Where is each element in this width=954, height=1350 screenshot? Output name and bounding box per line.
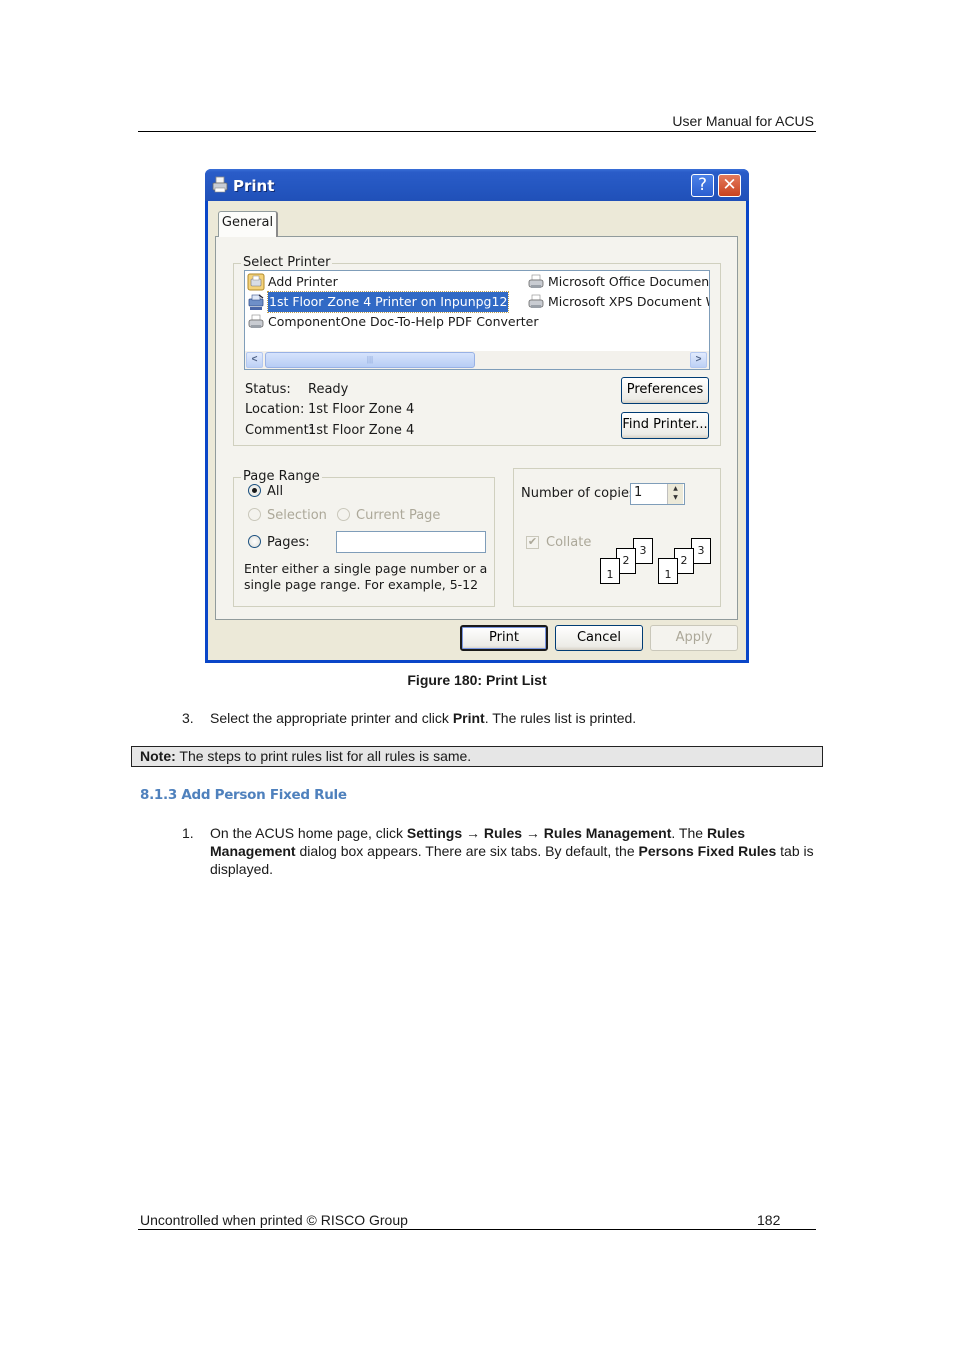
footer-page-number: 182 [757, 1212, 781, 1228]
add-printer-icon [247, 273, 265, 291]
note-label: Note: [140, 748, 176, 764]
header-rule [138, 131, 816, 132]
spin-up-icon[interactable]: ▲ [668, 484, 683, 493]
note-box: Note: The steps to print rules list for … [131, 746, 823, 767]
radio-selection [248, 508, 261, 521]
radio-selection-label: Selection [267, 508, 327, 523]
scroll-right-arrow[interactable]: > [690, 352, 707, 368]
close-button[interactable]: ✕ [718, 174, 741, 197]
printer-name: Microsoft XPS Document Wri [548, 294, 710, 309]
page-icon: 1 [600, 558, 620, 584]
apply-button: Apply [650, 625, 738, 651]
step-1-number: 1. [182, 825, 194, 841]
tab-general[interactable]: General [218, 211, 278, 237]
dialog-client: General Select Printer Add Printer 1st F… [208, 201, 746, 660]
step-1-part-bold: Persons Fixed Rules [638, 843, 777, 859]
print-dialog: Print ? ✕ General Select Printer Add Pri… [205, 169, 749, 663]
step-1-part: On the ACUS home page, click [210, 825, 407, 841]
collate-label: Collate [546, 535, 592, 550]
collate-illustration-1: 3 2 1 [600, 538, 660, 588]
collate-checkbox: ✔ [526, 536, 539, 549]
step-1-part: → [522, 825, 544, 841]
step-3-text: Select the appropriate printer and click… [210, 709, 636, 727]
page-icon: 1 [658, 558, 678, 584]
cancel-button[interactable]: Cancel [555, 625, 643, 651]
step-3-text-before: Select the appropriate printer and click [210, 710, 453, 726]
footer-copyright: Uncontrolled when printed © RISCO Group [140, 1212, 408, 1228]
location-value: 1st Floor Zone 4 [308, 402, 415, 417]
printer-item-componentone[interactable]: ComponentOne Doc-To-Help PDF Converter [247, 312, 538, 332]
step-1-part: → [462, 825, 484, 841]
status-label: Status: [245, 382, 291, 397]
printer-item-1st-floor-zone-4[interactable]: 1st Floor Zone 4 Printer on Inpunpg12 [247, 291, 510, 313]
page-range-hint: Enter either a single page number or a s… [244, 561, 488, 592]
dialog-titlebar: Print ? ✕ [205, 169, 749, 201]
printer-icon [212, 176, 228, 193]
copies-spinner[interactable]: ▲ ▼ [667, 484, 683, 504]
spin-down-icon[interactable]: ▼ [668, 493, 683, 502]
printer-icon [528, 274, 544, 288]
printer-list[interactable]: Add Printer 1st Floor Zone 4 Printer on … [244, 270, 710, 370]
network-printer-icon [248, 294, 264, 310]
horizontal-scrollbar[interactable]: < ||| > [245, 351, 709, 369]
select-printer-label: Select Printer [241, 255, 333, 270]
status-value: Ready [308, 382, 349, 397]
printer-item-ms-office-document[interactable]: Microsoft Office Document I [527, 272, 710, 292]
radio-selected-dot [252, 488, 257, 493]
pages-input[interactable] [336, 531, 486, 553]
preferences-button[interactable]: Preferences [621, 377, 709, 404]
print-button[interactable]: Print [460, 625, 548, 651]
printer-icon [528, 294, 544, 308]
printer-icon [248, 314, 264, 328]
page-icon: 3 [633, 538, 653, 564]
step-3-bold: Print [452, 710, 485, 726]
footer-rule [138, 1229, 816, 1230]
number-of-copies-label: Number of copies: [521, 486, 641, 501]
comment-label: Comment: [245, 423, 314, 438]
printer-name: Add Printer [268, 274, 338, 289]
comment-value: 1st Floor Zone 4 [308, 423, 415, 438]
printer-name: Microsoft Office Document I [548, 274, 710, 289]
page-range-label: Page Range [241, 469, 322, 484]
step-1-part: dialog box appears. There are six tabs. … [295, 843, 639, 859]
figure-caption: Figure 180: Print List [407, 672, 547, 688]
step-3-number: 3. [182, 710, 194, 726]
radio-all-label: All [267, 484, 284, 499]
radio-pages[interactable] [248, 535, 261, 548]
scroll-left-arrow[interactable]: < [246, 352, 263, 368]
radio-current-page [337, 508, 350, 521]
help-button[interactable]: ? [691, 174, 714, 197]
step-1-text: On the ACUS home page, click Settings → … [210, 824, 815, 878]
printer-item-ms-xps-document[interactable]: Microsoft XPS Document Wri [527, 292, 710, 312]
step-3-text-after: . The rules list is printed. [484, 710, 637, 726]
radio-all[interactable] [248, 484, 261, 497]
radio-current-page-label: Current Page [356, 508, 441, 523]
page-icon: 3 [691, 538, 711, 564]
printer-name: 1st Floor Zone 4 Printer on Inpunpg12 [266, 291, 510, 313]
dialog-title: Print [233, 177, 275, 195]
page-header-title: User Manual for ACUS [672, 113, 814, 129]
printer-name: ComponentOne Doc-To-Help PDF Converter [268, 314, 539, 329]
find-printer-button[interactable]: Find Printer... [621, 412, 709, 439]
printer-item-add-printer[interactable]: Add Printer [247, 272, 338, 292]
step-1-part-bold: Rules Management [543, 825, 672, 841]
note-text: The steps to print rules list for all ru… [175, 748, 472, 764]
step-1-part-bold: Settings [406, 825, 463, 841]
copies-input[interactable]: 1 ▲ ▼ [630, 483, 685, 505]
location-label: Location: [245, 402, 305, 417]
section-heading: 8.1.3 Add Person Fixed Rule [140, 787, 347, 803]
step-1-part-bold: Rules [483, 825, 523, 841]
collate-illustration-2: 3 2 1 [658, 538, 718, 588]
scroll-thumb[interactable]: ||| [265, 352, 475, 368]
copies-value: 1 [634, 485, 643, 500]
radio-pages-label: Pages: [267, 535, 310, 550]
step-1-part: . The [671, 825, 707, 841]
